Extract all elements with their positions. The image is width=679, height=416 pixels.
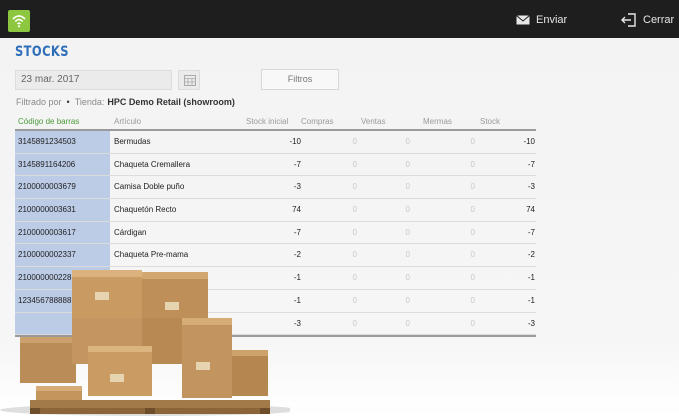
initial-cell: -3 <box>293 182 301 192</box>
article-cell: Bermudas <box>114 137 151 146</box>
filter-summary: Filtrado por • Tienda: HPC Demo Retail (… <box>16 97 235 107</box>
losses-cell: 0 <box>470 205 475 215</box>
initial-cell: -7 <box>293 227 301 237</box>
sales-cell: 0 <box>405 205 410 215</box>
store-value: HPC Demo Retail (showroom) <box>107 97 235 107</box>
col-sales[interactable]: Ventas <box>361 117 385 126</box>
article-cell: Camisa Doble puño <box>114 182 185 192</box>
losses-cell: 0 <box>470 159 475 169</box>
article-cell: Chaquetón Recto <box>114 205 177 215</box>
barcode-cell[interactable]: 3145891164206 <box>15 153 110 176</box>
table-row[interactable]: 2100000003617 Cárdigan -7 0 0 0 -7 <box>15 221 536 245</box>
close-button[interactable]: Cerrar <box>621 12 674 28</box>
purchases-cell: 0 <box>352 182 357 192</box>
calendar-icon <box>184 75 196 86</box>
losses-cell: 0 <box>470 227 475 237</box>
losses-cell: 0 <box>470 137 475 146</box>
purchases-cell: 0 <box>352 159 357 169</box>
bullet: • <box>66 97 70 107</box>
purchases-cell: 0 <box>352 205 357 215</box>
table-row[interactable]: 2100000003631 Chaquetón Recto 74 0 0 0 74 <box>15 199 536 222</box>
sales-cell: 0 <box>405 250 410 260</box>
col-losses[interactable]: Mermas <box>423 117 452 126</box>
stock-cell: 74 <box>526 205 535 215</box>
stock-cell: -7 <box>527 159 535 169</box>
sales-cell: 0 <box>405 227 410 237</box>
col-initial[interactable]: Stock inicial <box>246 117 288 126</box>
stock-cell: -1 <box>527 273 535 283</box>
col-purchases[interactable]: Compras <box>301 117 333 126</box>
initial-cell: -2 <box>293 250 301 260</box>
calendar-button[interactable] <box>178 70 200 90</box>
wifi-icon[interactable] <box>8 10 30 32</box>
mail-icon <box>516 15 530 25</box>
sales-cell: 0 <box>405 137 410 146</box>
sales-cell: 0 <box>405 159 410 169</box>
barcode-cell[interactable]: 3145891234503 <box>15 131 110 153</box>
purchases-cell: 0 <box>352 295 357 305</box>
filters-button[interactable]: Filtros <box>261 69 339 90</box>
filtered-by-label: Filtrado por <box>16 97 62 107</box>
stock-cell: -1 <box>527 295 535 305</box>
exit-icon <box>621 13 636 27</box>
sales-cell: 0 <box>405 318 410 328</box>
store-label: Tienda: <box>74 97 105 107</box>
col-article[interactable]: Artículo <box>114 117 141 126</box>
initial-cell: -7 <box>293 159 301 169</box>
boxes-image <box>0 270 290 416</box>
losses-cell: 0 <box>470 318 475 328</box>
article-cell: Chaqueta Cremallera <box>114 159 191 169</box>
stock-cell: -2 <box>527 250 535 260</box>
date-field[interactable]: 23 mar. 2017 <box>15 70 172 90</box>
sales-cell: 0 <box>405 295 410 305</box>
stock-cell: -10 <box>523 137 535 146</box>
stock-cell: -7 <box>527 227 535 237</box>
purchases-cell: 0 <box>352 137 357 146</box>
article-cell: Chaqueta Pre-mama <box>114 250 189 260</box>
col-stock[interactable]: Stock <box>480 117 500 126</box>
close-label: Cerrar <box>643 14 675 26</box>
stock-cell: -3 <box>527 318 535 328</box>
page-title: STOCKS <box>15 44 69 60</box>
initial-cell: 74 <box>292 205 301 215</box>
top-bar: Enviar Cerrar <box>0 0 679 38</box>
barcode-cell[interactable]: 2100000003679 <box>15 176 110 199</box>
losses-cell: 0 <box>470 250 475 260</box>
table-header: Código de barras Artículo Stock inicial … <box>15 113 536 131</box>
sales-cell: 0 <box>405 182 410 192</box>
send-label: Enviar <box>536 14 568 26</box>
purchases-cell: 0 <box>352 227 357 237</box>
losses-cell: 0 <box>470 182 475 192</box>
purchases-cell: 0 <box>352 318 357 328</box>
table-row[interactable]: 3145891234503 Bermudas -10 0 0 0 -10 <box>15 131 536 154</box>
col-barcode[interactable]: Código de barras <box>18 117 79 126</box>
send-button[interactable]: Enviar <box>516 12 567 28</box>
purchases-cell: 0 <box>352 273 357 283</box>
losses-cell: 0 <box>470 295 475 305</box>
losses-cell: 0 <box>470 273 475 283</box>
purchases-cell: 0 <box>352 250 357 260</box>
table-row[interactable]: 2100000003679 Camisa Doble puño -3 0 0 0 -3 <box>15 176 536 200</box>
table-row[interactable]: 3145891164206 Chaqueta Cremallera -7 0 0 0 -7 <box>15 153 536 177</box>
initial-cell: -10 <box>289 137 301 146</box>
sales-cell: 0 <box>405 273 410 283</box>
stock-cell: -3 <box>527 182 535 192</box>
barcode-cell[interactable]: 2100000003631 <box>15 199 110 221</box>
barcode-cell[interactable]: 2100000003617 <box>15 221 110 244</box>
article-cell: Cárdigan <box>114 227 147 237</box>
